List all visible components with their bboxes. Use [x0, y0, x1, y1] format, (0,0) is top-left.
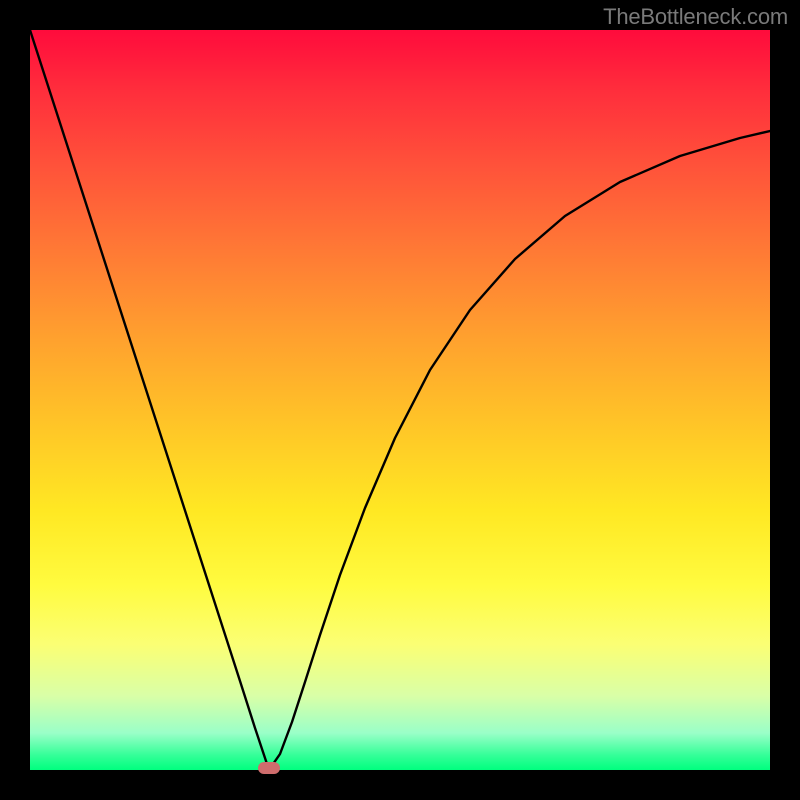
chart-stage: TheBottleneck.com [0, 0, 800, 800]
curve-svg [30, 30, 770, 770]
watermark-text: TheBottleneck.com [603, 4, 788, 30]
plot-area [30, 30, 770, 770]
bottleneck-curve [30, 30, 770, 767]
optimal-marker [258, 762, 280, 774]
